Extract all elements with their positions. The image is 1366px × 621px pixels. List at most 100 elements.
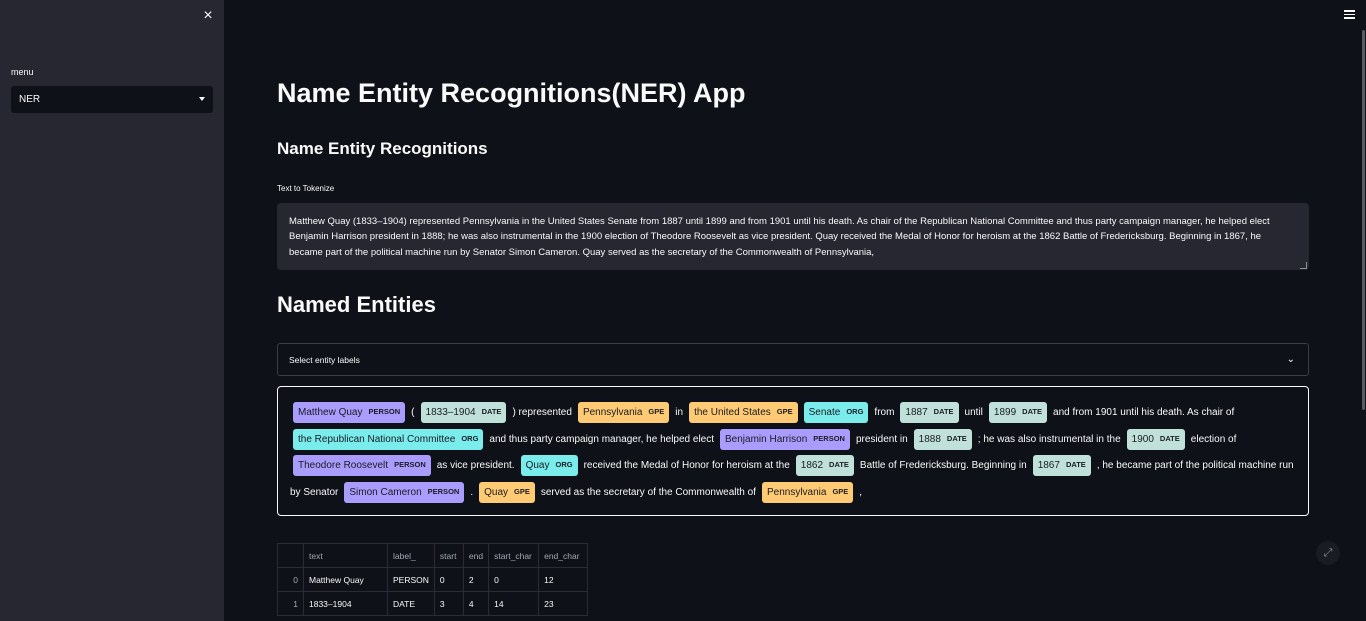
entities-table: text label_ start end start_char end_char 0 Ma… <box>277 543 589 616</box>
column-header[interactable]: start_char <box>488 543 540 568</box>
entity-label-multiselect[interactable]: Select entity labels ⌄ <box>277 343 1309 376</box>
entity-span: Matthew Quay PERSON <box>293 402 406 423</box>
table-cell: 1833–1904 <box>303 591 388 616</box>
column-header[interactable]: end <box>462 543 490 568</box>
entity-text: 1888 <box>918 433 941 445</box>
plain-text: until <box>964 407 983 418</box>
entity-text: Quay <box>525 460 550 471</box>
table-cell: 0 <box>433 567 464 592</box>
entity-span: Quay GPE <box>479 481 535 503</box>
plain-text: as vice president. <box>436 460 515 471</box>
table-cell: 3 <box>433 591 464 616</box>
menu-select-value: NER <box>19 94 41 105</box>
entity-text: Theodore Roosevelt <box>298 460 389 471</box>
column-header[interactable] <box>277 543 304 568</box>
plain-text: and from 1901 until his death. As chair … <box>1053 407 1235 418</box>
column-header[interactable]: label_ <box>387 543 435 568</box>
entity-label: GPE <box>832 486 849 496</box>
entity-span: 1899 DATE <box>988 402 1048 423</box>
entity-text: 1833–1904 <box>425 407 476 418</box>
table-cell: 0 <box>488 567 540 592</box>
section-subtitle: Name Entity Recognitions <box>277 139 488 158</box>
entity-span: Benjamin Harrison PERSON <box>720 428 850 450</box>
plain-text: , <box>859 486 863 498</box>
entity-text: 1867 <box>1037 460 1060 471</box>
plain-text: ; he was also instrumental in the <box>977 433 1121 445</box>
entity-text: Simon Cameron <box>349 486 422 498</box>
table-cell: 14 <box>488 591 540 616</box>
plain-text: . <box>470 486 474 498</box>
entity-label: PERSON <box>368 407 401 416</box>
entity-label: DATE <box>1159 433 1180 443</box>
chevron-down-icon: ⌄ <box>1286 354 1295 365</box>
table-row: 1 1833–1904 DATE 3 4 14 23 <box>277 591 589 616</box>
menu-label: menu <box>11 67 34 77</box>
fullscreen-icon[interactable]: ⤢ <box>1316 541 1340 565</box>
entity-text: 1899 <box>993 407 1017 418</box>
entity-span: the Republican National Committee ORG <box>293 428 484 450</box>
textarea-label: Text to Tokenize <box>277 184 335 193</box>
plain-text: received the Medal of Honor for heroism … <box>583 460 790 471</box>
entity-label: ORG <box>555 460 573 469</box>
plain-text: election of <box>1190 433 1237 445</box>
entity-label: ORG <box>461 433 479 443</box>
entity-text: Quay <box>484 486 509 498</box>
entity-visualization: Matthew Quay PERSON (1833–1904 DATE) repres… <box>277 386 1309 516</box>
scrollbar[interactable] <box>1362 30 1365 410</box>
entity-span: Quay ORG <box>520 455 578 476</box>
table-cell: PERSON <box>387 567 435 592</box>
entity-span: 1833–1904 DATE <box>420 402 507 423</box>
entity-label: DATE <box>933 407 954 416</box>
plain-text: from <box>874 407 895 418</box>
resize-handle-icon[interactable] <box>1300 262 1307 269</box>
entity-span: Pennsylvania GPE <box>761 481 854 503</box>
menu-select[interactable]: NER <box>11 86 213 113</box>
plain-text: ( <box>411 407 415 418</box>
entity-span: 1900 DATE <box>1126 428 1185 450</box>
entity-text: the United States <box>694 407 771 418</box>
plain-text: served as the secretary of the Commonwea… <box>540 486 756 498</box>
caret-down-icon <box>199 97 205 101</box>
entity-label: DATE <box>1065 460 1086 469</box>
entity-label: GPE <box>776 407 793 416</box>
entity-label: GPE <box>514 486 530 496</box>
entities-heading: Named Entities <box>277 292 436 317</box>
entity-label: PERSON <box>813 433 845 443</box>
entity-span: the United States GPE <box>689 402 798 423</box>
plain-text: president in <box>855 433 908 445</box>
table-row: 0 Matthew Quay PERSON 0 2 0 12 <box>277 567 589 592</box>
entity-span: 1888 DATE <box>913 428 972 450</box>
row-index: 1 <box>277 591 304 616</box>
table-cell: 2 <box>462 567 490 592</box>
page-title: Name Entity Recognitions(NER) App <box>277 78 746 108</box>
table-cell: DATE <box>387 591 435 616</box>
entity-span: 1862 DATE <box>795 455 854 476</box>
entity-span: Pennsylvania GPE <box>577 402 670 423</box>
entity-span: 1887 DATE <box>900 402 959 423</box>
entity-label: PERSON <box>427 486 460 496</box>
table-cell: Matthew Quay <box>303 567 388 592</box>
entity-span: 1867 DATE <box>1032 455 1091 476</box>
table-cell: 4 <box>462 591 490 616</box>
column-header[interactable]: text <box>303 543 388 568</box>
entity-label: GPE <box>648 407 665 416</box>
plain-text: Battle of Fredericksburg. Beginning in <box>859 460 1027 471</box>
text-to-tokenize-input[interactable]: Matthew Quay (1833–1904) represented Pen… <box>277 203 1309 270</box>
hamburger-icon[interactable] <box>1344 10 1355 19</box>
entity-text: 1887 <box>905 407 928 418</box>
entity-text: Pennsylvania <box>766 486 827 498</box>
entity-label: PERSON <box>394 460 426 469</box>
entity-label: DATE <box>829 460 849 469</box>
entity-text: Benjamin Harrison <box>725 433 808 445</box>
entity-text: 1862 <box>800 460 824 471</box>
column-header[interactable]: start <box>433 543 464 568</box>
close-sidebar-icon[interactable]: × <box>200 8 216 24</box>
table-cell: 12 <box>538 567 589 592</box>
entity-text: 1900 <box>1131 433 1154 445</box>
entity-span: Senate ORG <box>803 402 869 423</box>
entity-span: Simon Cameron PERSON <box>344 481 465 503</box>
column-header[interactable]: end_char <box>538 543 589 568</box>
plain-text: and thus party campaign manager, he help… <box>489 433 715 445</box>
entity-label: DATE <box>946 433 967 443</box>
row-index: 0 <box>277 567 304 592</box>
